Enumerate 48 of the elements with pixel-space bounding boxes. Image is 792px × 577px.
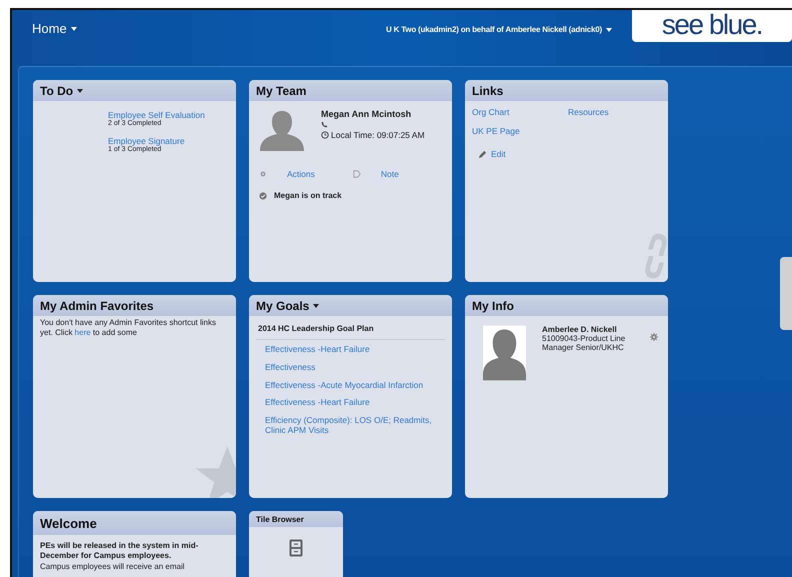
tile-title: Tile Browser bbox=[256, 514, 304, 524]
goal-link[interactable]: Efficiency (Composite): LOS O/E; Readmits, Clinic APM Visits bbox=[265, 416, 445, 436]
caret-icon[interactable] bbox=[77, 88, 84, 92]
caret-icon bbox=[606, 28, 612, 32]
pencil-icon bbox=[478, 150, 487, 158]
task-link[interactable]: Employee Signature bbox=[108, 136, 185, 146]
quick-link[interactable]: Resources bbox=[568, 107, 609, 117]
clock-icon bbox=[321, 131, 329, 139]
goal-link[interactable]: Effectiveness -Heart Failure bbox=[265, 345, 370, 355]
quick-link[interactable]: UK PE Page bbox=[472, 126, 520, 136]
welcome-notice: PEs will be released in the system in mid-December for Campus employees. bbox=[40, 541, 200, 562]
user-menu[interactable]: U K Two (ukadmin2) on behalf of Amberlee Nickell (adnick0) bbox=[386, 25, 612, 34]
quick-link[interactable]: Org Chart bbox=[472, 107, 510, 117]
goal-link[interactable]: Effectiveness -Heart Failure bbox=[265, 398, 370, 408]
avatar-icon bbox=[483, 325, 526, 381]
tile-title: My Team bbox=[256, 84, 306, 98]
settings-icon[interactable] bbox=[650, 333, 658, 341]
tile-title: My Goals bbox=[256, 298, 310, 312]
task-link[interactable]: Employee Self Evaluation bbox=[108, 110, 205, 120]
avatar-icon bbox=[259, 109, 305, 151]
logo: see blue. bbox=[632, 10, 792, 42]
goal-link[interactable]: Effectiveness bbox=[265, 362, 316, 373]
job-title: 51009043-Product Line Manager Senior/UKHC bbox=[542, 334, 626, 353]
cabinet-icon[interactable] bbox=[289, 539, 303, 557]
tile-title: To Do bbox=[40, 84, 74, 98]
check-icon bbox=[259, 192, 267, 200]
status-text: Megan is on track bbox=[274, 191, 342, 200]
caret-icon[interactable] bbox=[313, 304, 320, 308]
here-link[interactable]: here bbox=[74, 328, 91, 337]
actions-link[interactable]: Actions bbox=[287, 169, 315, 179]
tile-title: Links bbox=[472, 84, 504, 98]
chain-icon bbox=[644, 232, 668, 280]
goal-link[interactable]: Effectiveness -Acute Myocardial Infarction bbox=[265, 380, 424, 390]
tile-title: Welcome bbox=[40, 516, 97, 530]
empty-message: You don't have any Admin Favorites shortcut links yet. Click here to add some bbox=[40, 318, 217, 338]
member-name: Megan Ann Mcintosh bbox=[321, 109, 412, 119]
tile-title: My Info bbox=[472, 298, 514, 312]
caret-icon bbox=[70, 26, 77, 30]
home-menu[interactable]: Home bbox=[32, 21, 77, 36]
phone-icon bbox=[321, 121, 328, 128]
note-link[interactable]: Note bbox=[380, 169, 399, 179]
welcome-text: Campus employees will receive an email bbox=[40, 562, 186, 572]
note-icon bbox=[352, 170, 361, 178]
local-time: Local Time: 09:07:25 AM bbox=[331, 130, 425, 140]
tile-title: My Admin Favorites bbox=[40, 298, 154, 312]
user-name: Amberlee D. Nickell bbox=[542, 325, 618, 334]
edit-link[interactable]: Edit bbox=[478, 149, 506, 159]
plan-title: 2014 HC Leadership Goal Plan bbox=[256, 321, 445, 340]
